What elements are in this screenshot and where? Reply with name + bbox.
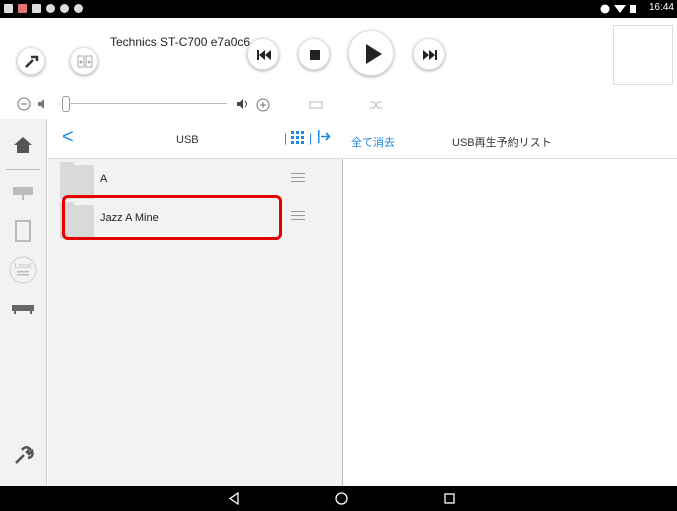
notification-icon <box>32 4 41 13</box>
queue-pane: 全て消去 USB再生予約リスト <box>344 119 677 486</box>
nav-back-icon[interactable] <box>228 492 240 505</box>
volume-down-icon[interactable] <box>17 97 31 111</box>
queue-header: 全て消去 USB再生予約リスト <box>344 119 677 159</box>
wrench-icon <box>25 55 39 68</box>
play-icon <box>366 44 382 64</box>
speaker-button[interactable] <box>70 47 98 75</box>
settings-button[interactable] <box>8 440 38 470</box>
tablet-button[interactable] <box>8 216 38 246</box>
list-item-label: A <box>100 173 108 185</box>
reorder-handle-icon[interactable] <box>291 211 305 221</box>
previous-icon <box>257 50 271 60</box>
nav-recents-icon[interactable] <box>444 493 455 504</box>
player-bar <box>0 18 677 90</box>
speaker-icon <box>77 55 93 68</box>
next-icon <box>423 50 437 60</box>
previous-button[interactable] <box>247 38 279 70</box>
back-button[interactable]: < <box>62 127 74 147</box>
system-status-icons <box>600 4 636 14</box>
local-icon: Local <box>9 256 37 284</box>
volume-slider-thumb[interactable] <box>62 96 70 112</box>
clear-all-button[interactable]: 全て消去 <box>351 134 395 150</box>
notification-icon <box>4 4 13 13</box>
next-button[interactable] <box>413 38 445 70</box>
home-icon <box>14 137 32 153</box>
repeat-icon[interactable] <box>309 100 323 110</box>
view-separator: | <box>309 131 313 145</box>
device-name[interactable]: Technics ST-C700 e7a0c6 <box>110 35 250 49</box>
stop-button[interactable] <box>298 38 330 70</box>
usb-device-icon <box>12 305 34 314</box>
stop-icon <box>310 50 320 60</box>
play-to-icon[interactable] <box>318 129 332 145</box>
control-row <box>0 92 677 116</box>
notification-icon <box>74 4 83 13</box>
view-separator: | <box>284 131 288 145</box>
notification-icon <box>46 4 55 13</box>
status-clock: 16:44 <box>648 2 674 13</box>
reorder-handle-icon[interactable] <box>291 173 305 183</box>
mute-icon[interactable] <box>37 99 47 109</box>
sidebar-divider <box>6 169 40 170</box>
volume-slider-track[interactable] <box>67 103 227 104</box>
browse-header: < USB | | <box>48 119 343 159</box>
nav-home-icon[interactable] <box>335 492 348 505</box>
notification-icon <box>18 4 27 13</box>
network-player-button[interactable] <box>8 177 38 207</box>
browse-pane: < USB | | A Jazz A Mine <box>48 119 343 486</box>
queue-title: USB再生予約リスト <box>452 137 552 149</box>
network-player-icon <box>13 187 33 200</box>
tablet-icon <box>15 220 31 242</box>
folder-icon <box>60 162 94 199</box>
notification-icon <box>60 4 69 13</box>
usb-device-button[interactable] <box>8 294 38 324</box>
local-button[interactable]: Local <box>8 255 38 285</box>
volume-up-icon[interactable] <box>236 98 270 112</box>
selection-highlight <box>62 195 282 240</box>
pull-down-indicator-icon <box>331 0 353 12</box>
wrench-button[interactable] <box>17 47 45 75</box>
home-button[interactable] <box>8 130 38 160</box>
android-nav-bar <box>0 486 677 511</box>
local-label: Local <box>15 263 32 270</box>
play-button[interactable] <box>348 30 394 76</box>
grid-view-icon[interactable] <box>291 131 305 145</box>
source-sidebar: Local <box>0 119 47 486</box>
album-art <box>613 25 673 85</box>
shuffle-icon[interactable] <box>369 99 383 111</box>
settings-wrench-icon <box>15 446 34 464</box>
browse-title: USB <box>176 134 199 146</box>
